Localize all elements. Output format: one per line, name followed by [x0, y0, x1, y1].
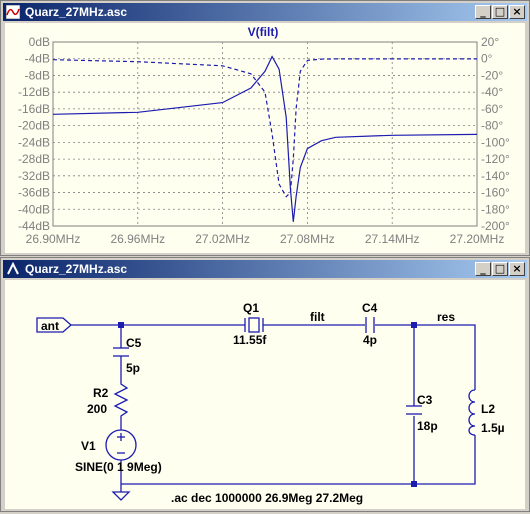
plot-client[interactable]: 0dB -4dB -8dB -12dB -16dB -20dB -24dB -28dB -32d…: [5, 23, 525, 253]
junction-dot: [411, 322, 417, 328]
x-axis-tick-label: 27.20MHz: [450, 232, 505, 246]
port-ant-label: ant: [41, 319, 59, 333]
schematic-window-title: Quarz_27MHz.asc: [25, 262, 128, 276]
minimize-button[interactable]: _: [475, 262, 491, 276]
left-axis-tick-label: -8dB: [25, 68, 50, 82]
plot-area[interactable]: 0dB -4dB -8dB -12dB -16dB -20dB -24dB -28dB -32d…: [5, 23, 525, 253]
l2-value: 1.5µ: [481, 421, 505, 435]
x-axis-tick-label: 27.08MHz: [280, 232, 335, 246]
v1-value: SINE(0 1 9Meg): [75, 460, 162, 474]
right-axis-tick-label: 0°: [481, 52, 493, 66]
r2-value: 200: [87, 402, 107, 416]
left-axis-tick-label: -32dB: [18, 169, 50, 183]
left-axis-tick-label: -4dB: [25, 52, 50, 66]
c3-value: 18p: [417, 419, 438, 433]
right-axis-tick-label: -20°: [481, 68, 503, 82]
plot-window-title: Quarz_27MHz.asc: [25, 5, 128, 19]
schematic-client[interactable]: ant Q1 11.55f filt C4 4p res C5 5p R2 20…: [5, 280, 525, 509]
maximize-button[interactable]: □: [492, 5, 508, 19]
spice-directive[interactable]: .ac dec 1000000 26.9Meg 27.2Meg: [171, 491, 363, 505]
c5-name: C5: [126, 336, 142, 350]
right-axis-tick-label: -160°: [481, 186, 510, 200]
c3-name: C3: [417, 393, 433, 407]
l2-name: L2: [481, 402, 495, 416]
left-axis-tick-label: -16dB: [18, 102, 50, 116]
c5-value: 5p: [126, 361, 140, 375]
right-axis-tick-label: -200°: [481, 219, 510, 233]
maximize-button[interactable]: □: [492, 262, 508, 276]
junction-dot: [118, 322, 124, 328]
x-axis-tick-label: 26.90MHz: [26, 232, 81, 246]
left-axis-tick-label: -36dB: [18, 186, 50, 200]
left-axis-tick-label: -40dB: [18, 202, 50, 216]
plot-window-titlebar[interactable]: Quarz_27MHz.asc _ □ ×: [3, 3, 527, 21]
x-axis-tick-label: 26.96MHz: [110, 232, 165, 246]
waveform-icon: [6, 5, 20, 19]
x-axis-tick-label: 27.02MHz: [195, 232, 250, 246]
c4-value: 4p: [363, 333, 377, 347]
left-axis-tick-label: -20dB: [18, 119, 50, 133]
schematic-canvas[interactable]: ant Q1 11.55f filt C4 4p res C5 5p R2 20…: [5, 280, 525, 509]
plot-window: Quarz_27MHz.asc _ □ × 0dB -4dB -8dB -12dB -1…: [0, 0, 530, 256]
left-axis-tick-label: -44dB: [18, 219, 50, 233]
right-axis-tick-label: -140°: [481, 169, 510, 183]
junction-dot: [411, 481, 417, 487]
close-button[interactable]: ×: [509, 5, 525, 19]
net-label-res: res: [437, 310, 455, 324]
right-axis-tick-label: -100°: [481, 135, 510, 149]
q1-value: 11.55f: [233, 333, 267, 347]
c4-name: C4: [362, 301, 378, 315]
x-axis-tick-label: 27.14MHz: [365, 232, 420, 246]
right-axis-tick-label: -80°: [481, 119, 503, 133]
v1-name: V1: [81, 439, 96, 453]
right-axis-tick-label: -40°: [481, 85, 503, 99]
left-axis-tick-label: -28dB: [18, 152, 50, 166]
schematic-window-titlebar[interactable]: Quarz_27MHz.asc _ □ ×: [3, 260, 527, 278]
left-axis-tick-label: 0dB: [29, 35, 50, 49]
trace-label[interactable]: V(filt): [248, 25, 279, 39]
net-label-filt: filt: [310, 310, 325, 324]
right-axis-tick-label: -120°: [481, 152, 510, 166]
minimize-button[interactable]: _: [475, 5, 491, 19]
right-axis-tick-label: 20°: [481, 35, 499, 49]
left-axis-tick-label: -24dB: [18, 135, 50, 149]
r2-name: R2: [93, 386, 109, 400]
right-axis-tick-label: -60°: [481, 102, 503, 116]
q1-name: Q1: [243, 301, 259, 315]
right-axis-tick-label: -180°: [481, 202, 510, 216]
schematic-window: Quarz_27MHz.asc _ □ × ant Q1 11.55f filt…: [0, 257, 530, 512]
left-axis-tick-label: -12dB: [18, 85, 50, 99]
ltspice-icon: [7, 262, 19, 275]
close-button[interactable]: ×: [509, 262, 525, 276]
